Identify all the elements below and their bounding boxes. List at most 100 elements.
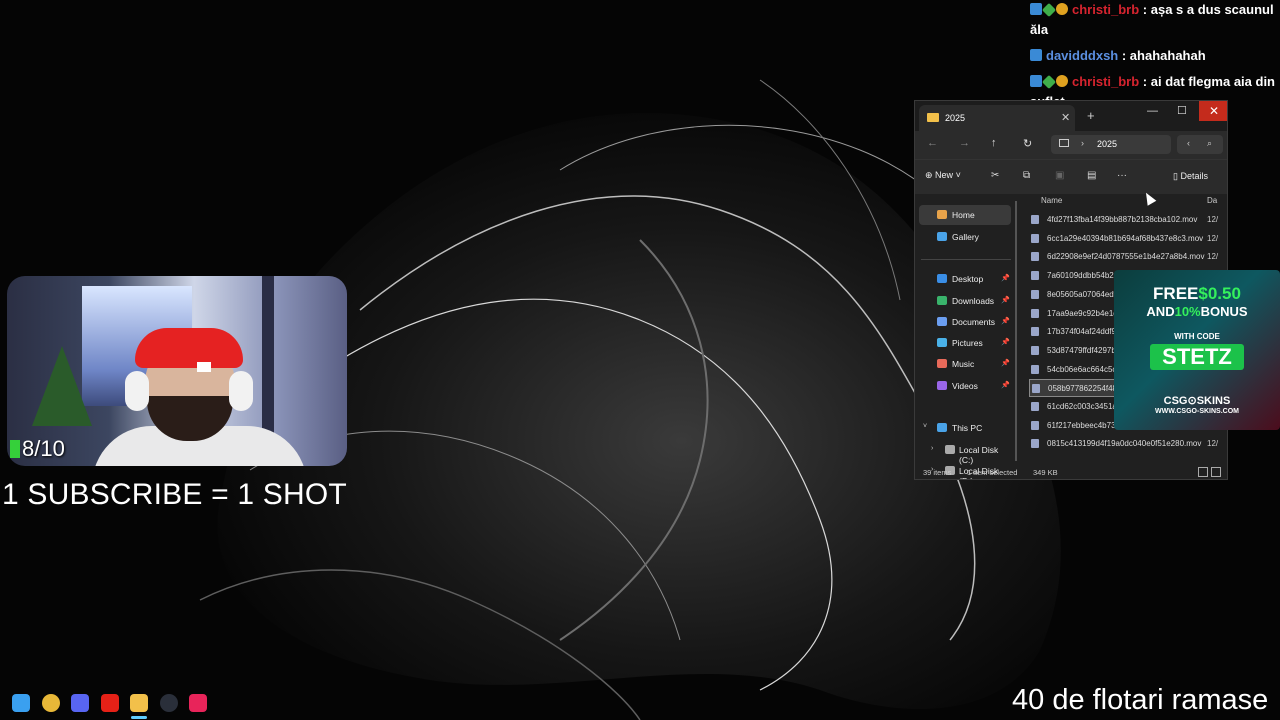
home-icon [937,210,947,219]
close-button[interactable]: ✕ [1199,101,1227,121]
sidebar-item-this-pc[interactable]: ˅ This PC [919,418,1011,438]
steam-icon[interactable] [159,694,178,712]
file-explorer-icon[interactable] [130,694,148,712]
chat-message: davidddxsh : ahahahahah [1030,46,1280,66]
rename-icon[interactable]: ▤ [1087,170,1096,181]
address-bar[interactable]: › 2025 [1051,135,1171,154]
item-count: 39 items [923,468,952,477]
pin-icon: 📌 [1001,382,1010,389]
file-date: 12/ [1207,252,1219,262]
search-more-icon: ‹ [1187,138,1190,148]
start-icon[interactable] [12,694,30,712]
pushups-remaining: 40 de flotari ramase [1012,684,1269,716]
file-name: 6d22908e9ef24d0787555e1b4e27a8b4.mov [1047,252,1205,262]
video-file-icon [1031,215,1039,224]
more-options-icon[interactable]: ··· [1117,170,1127,181]
chat-badge-icon [1041,74,1057,90]
video-file-icon [1031,327,1039,337]
shot-bar-icon [10,440,20,458]
address-text: 2025 [1097,139,1118,149]
tiktok-icon[interactable] [189,694,207,712]
title-bar[interactable]: 2025 ✕ + — ☐ ✕ [915,101,1227,131]
back-arrow-icon[interactable]: ← [927,137,938,149]
sidebar-item-home[interactable]: Home [919,205,1011,225]
discord-icon[interactable] [71,694,89,712]
file-date: 12/ [1207,233,1219,243]
up-arrow-icon[interactable]: ↑ [991,137,997,149]
sidebar-label: Videos [952,381,978,391]
new-tab-button[interactable]: + [1087,108,1095,123]
search-box[interactable]: ‹ ⌕ [1177,135,1223,154]
video-file-icon [1031,233,1039,243]
file-row[interactable]: 0815c413199d4f19a0dc040e0f51e280.mov 12/ [1029,435,1227,453]
file-row[interactable]: 6d22908e9ef24d0787555e1b4e27a8b4.mov 12/ [1029,248,1227,266]
chat-username[interactable]: christi_brb [1072,74,1139,89]
sidebar-item-local-disk-c[interactable]: › Local Disk (C:) [919,440,1011,465]
sidebar-label: This PC [952,423,983,433]
tab-2025[interactable]: 2025 ✕ [919,105,1075,131]
copy-icon[interactable]: ⧉ [1023,170,1030,181]
sidebar-item-gallery[interactable]: Gallery [919,227,1011,247]
sidebar-label: Home [952,210,975,220]
chevron-icon[interactable]: › [931,445,933,452]
paste-icon[interactable]: ▣ [1055,170,1064,181]
video-file-icon [1031,439,1039,449]
chat-username[interactable]: davidddxsh [1046,48,1118,63]
sidebar-item-pictures[interactable]: Pictures 📌 [919,333,1011,353]
sponsor-ad: FREE$0.50 AND10%BONUS WITH CODE STETZ CS… [1114,270,1280,430]
column-headers: Name Da [1025,193,1227,209]
video-file-icon [1031,252,1039,262]
video-file-icon [1032,384,1040,394]
pc-icon [1059,139,1069,147]
sidebar-item-music[interactable]: Music 📌 [919,354,1011,374]
status-bar: 39 items 1 item selected 349 KB [915,465,1227,479]
file-name: 6cc1a29e40394b81b694af68b437e8c3.mov [1047,233,1204,243]
file-name: 058b977862254f488 [1048,384,1122,394]
tab-close-icon[interactable]: ✕ [1061,111,1070,124]
details-view-icon[interactable] [1198,467,1208,477]
sidebar-scrollbar[interactable] [1015,201,1017,461]
file-row[interactable]: 6cc1a29e40394b81b694af68b437e8c3.mov 12/ [1029,230,1227,248]
red-cap [135,328,243,368]
forward-arrow-icon[interactable]: → [959,137,970,149]
chat-text: : ahahahahah [1118,48,1206,63]
minimize-button[interactable]: — [1147,105,1158,117]
shot-counter: 8/10 [10,436,65,462]
refresh-icon[interactable]: ↻ [1023,137,1032,150]
tiles-view-icon[interactable] [1211,467,1221,477]
sidebar-label: Gallery [952,232,979,242]
file-name: 17b374f04af24ddf9 [1047,327,1116,337]
video-file-icon [1031,308,1039,318]
tab-title: 2025 [945,113,966,123]
file-name: 61f217ebbeec4b739 [1047,420,1120,430]
pin-icon: 📌 [1001,297,1010,304]
file-name: 8e05605a07064edf [1047,289,1116,299]
column-name[interactable]: Name [1041,196,1062,205]
sidebar-label: Desktop [952,274,984,284]
ad-brand-logo: CSG⊙SKINS [1163,395,1231,407]
cut-icon[interactable]: ✂ [991,170,999,181]
sidebar-item-videos[interactable]: Videos 📌 [919,376,1011,396]
sidebar-item-documents[interactable]: Documents 📌 [919,312,1011,332]
video-file-icon [1031,289,1039,299]
selection-size: 349 KB [1033,468,1058,477]
youtube-icon[interactable] [100,694,119,712]
sidebar-item-desktop[interactable]: Desktop 📌 [919,269,1011,289]
navigation-pane: Home Gallery Desktop 📌 Downloads 📌 Documents 📌 P… [915,195,1017,479]
search-icon: ⌕ [1207,138,1213,148]
selection-count: 1 item selected [967,468,1018,477]
details-button[interactable]: ▯ Details [1173,171,1208,182]
chrome-icon[interactable] [41,694,60,712]
chat-message: christi_brb : așa s a dus scaunul ăla [1030,0,1280,40]
gallery-icon [937,232,947,241]
ad-line-2: AND10%BONUS [1146,304,1248,319]
maximize-button[interactable]: ☐ [1177,104,1187,117]
new-button[interactable]: ⊕ New ˅ [925,170,961,181]
chat-username[interactable]: christi_brb [1072,2,1139,17]
sidebar-item-downloads[interactable]: Downloads 📌 [919,291,1011,311]
navigation-bar: ← → ↑ ↻ › 2025 ‹ ⌕ [915,131,1227,159]
chevron-icon[interactable]: ˅ [923,423,927,430]
column-date[interactable]: Da [1207,196,1217,205]
file-row[interactable]: 4fd27f13fba14f39bb887b2138cba102.mov 12/ [1029,211,1227,229]
pin-icon: 📌 [1001,360,1010,367]
